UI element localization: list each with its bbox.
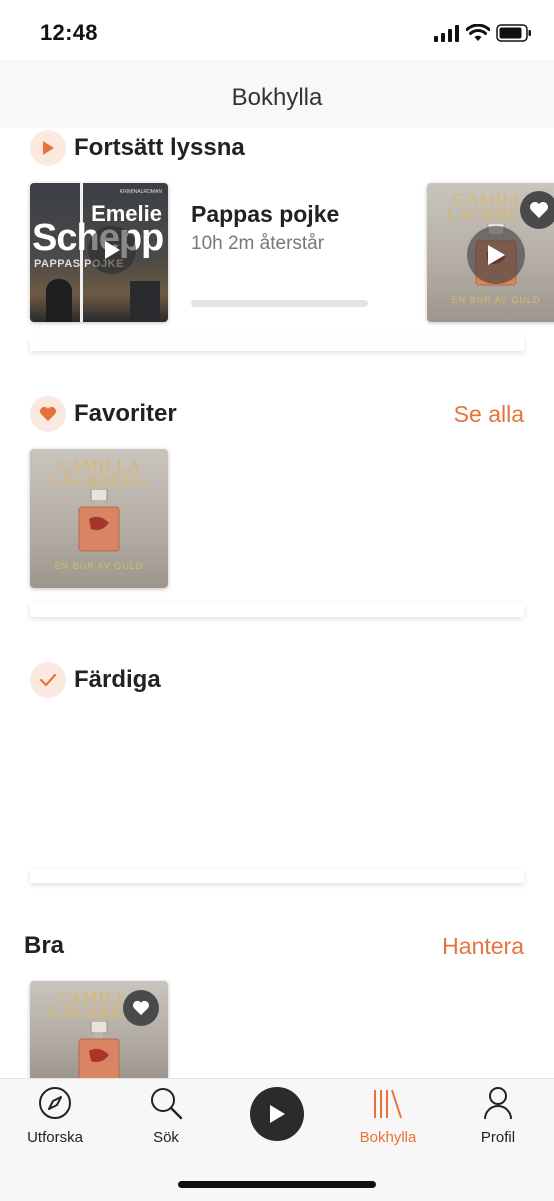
section-divider	[30, 869, 524, 883]
wifi-icon	[466, 24, 490, 41]
perfume-bottle-icon	[78, 489, 120, 552]
favorite-heart-icon[interactable]	[123, 990, 159, 1026]
perfume-bottle-icon	[78, 1021, 120, 1078]
manage-link[interactable]: Hantera	[442, 933, 524, 960]
cover-book-title: EN BUR AV GULD	[54, 561, 144, 571]
favorite-heart-icon[interactable]	[520, 191, 554, 229]
section-title-continue: Fortsätt lyssna	[74, 134, 245, 161]
section-title-favorites: Favoriter	[74, 400, 177, 427]
section-title-finished: Färdiga	[74, 666, 161, 693]
section-title-bra: Bra	[24, 932, 65, 959]
bookshelf-icon	[374, 1089, 402, 1119]
book-cover-pappas-pojke[interactable]: KRIMINALROMAN Emelie Schepp PAPPAS POJKE	[30, 183, 168, 322]
book-cover-en-bur-av-guld[interactable]: CAMILLA LÄCKBERG EN BUR AV GULD	[427, 183, 554, 322]
section-divider	[30, 603, 524, 617]
checkmark-icon	[30, 662, 66, 698]
mini-player-play-button[interactable]	[250, 1087, 304, 1141]
play-button[interactable]	[88, 226, 136, 274]
cover-author-last: LÄCKBERG	[49, 471, 149, 490]
battery-icon	[496, 24, 531, 42]
tab-label: Utforska	[27, 1129, 83, 1146]
tab-bookshelf[interactable]: Bokhylla	[338, 1086, 438, 1146]
status-time: 12:48	[40, 20, 98, 45]
cellular-signal-icon	[434, 25, 459, 42]
tab-profile[interactable]: Profil	[448, 1086, 548, 1146]
play-icon	[270, 1105, 285, 1123]
heart-icon	[30, 396, 66, 432]
continue-listening-icon	[30, 130, 66, 166]
cover-book-title: EN BUR AV GULD	[451, 295, 541, 305]
page-title: Bokhylla	[231, 84, 323, 111]
tab-label: Profil	[480, 1129, 516, 1146]
cover-genre: KRIMINALROMAN	[119, 189, 162, 195]
search-icon	[151, 1088, 183, 1120]
compass-icon	[39, 1087, 71, 1119]
cover-building	[130, 281, 160, 322]
progress-bar	[191, 300, 368, 307]
continue-book-title[interactable]: Pappas pojke	[191, 201, 339, 228]
tab-label: Sök	[153, 1129, 179, 1146]
see-all-link[interactable]: Se alla	[454, 401, 524, 428]
profile-icon	[484, 1087, 512, 1120]
book-cover-en-bur-av-guld[interactable]: CAMILLA LÄCKBERG	[30, 981, 168, 1078]
tab-label: Bokhylla	[359, 1129, 417, 1146]
continue-remaining: 10h 2m återstår	[191, 233, 325, 254]
cover-figure	[46, 279, 72, 322]
home-indicator	[178, 1181, 376, 1188]
section-divider	[30, 337, 524, 351]
tab-explore[interactable]: Utforska	[5, 1086, 105, 1146]
play-button[interactable]	[467, 226, 525, 284]
tab-search[interactable]: Sök	[116, 1086, 216, 1146]
book-cover-en-bur-av-guld[interactable]: CAMILLA LÄCKBERG EN BUR AV GULD	[30, 449, 168, 588]
